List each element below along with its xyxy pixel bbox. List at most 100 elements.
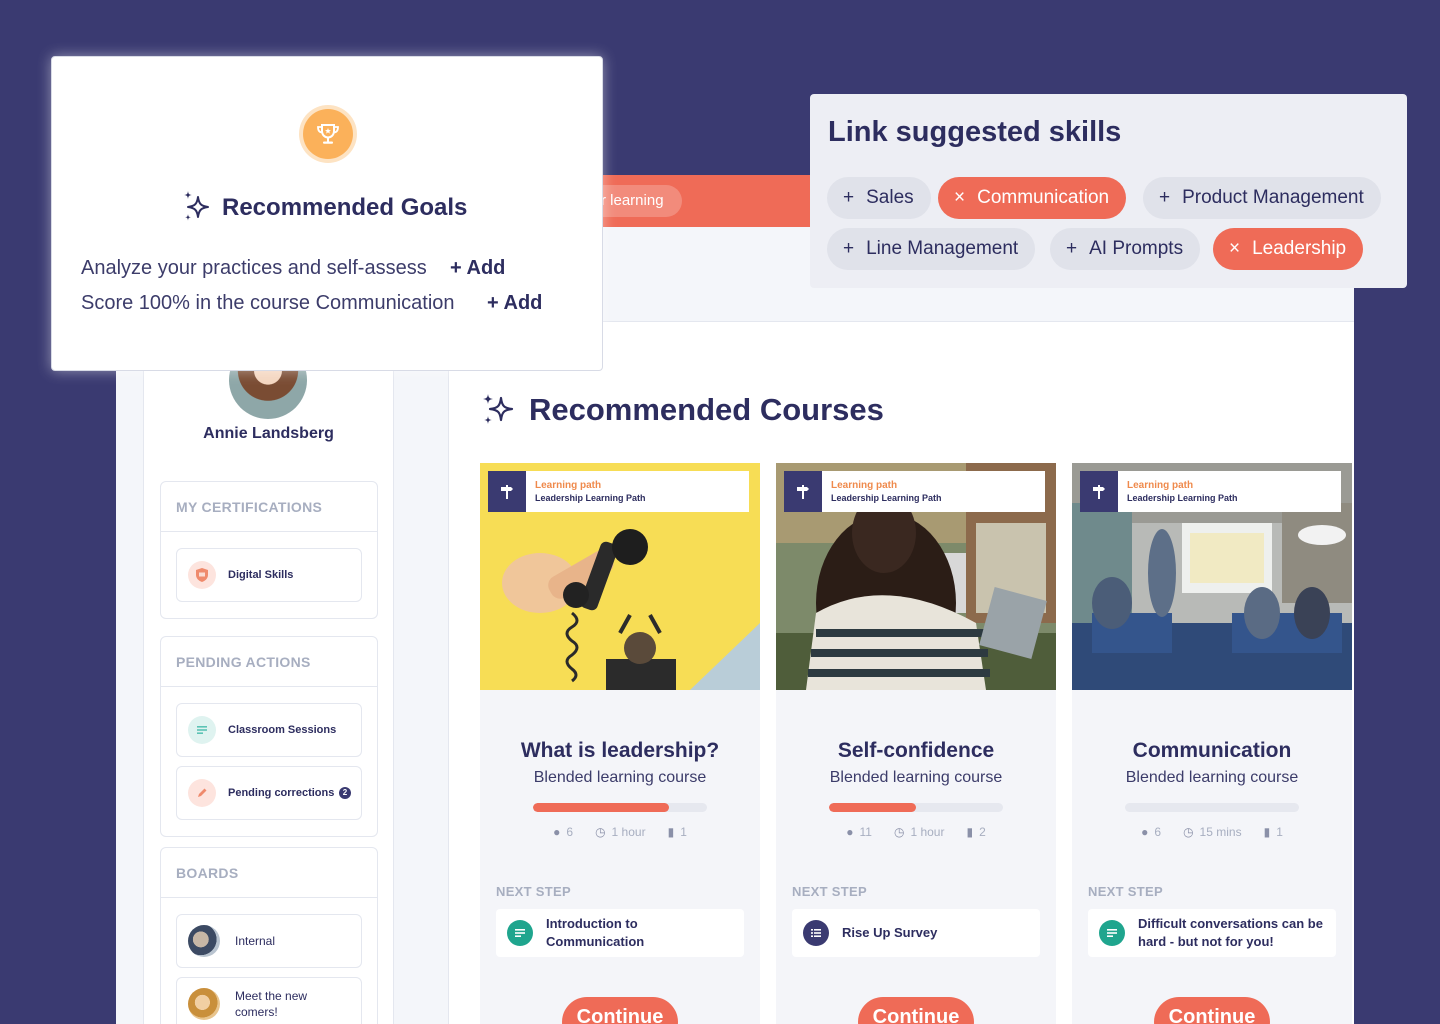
goal-text: Score 100% in the course Communication — [81, 292, 455, 314]
trophy-icon — [303, 109, 353, 159]
signpost-icon — [488, 471, 526, 512]
course-stats: ● 11 ◷ 1 hour ▮ 2 — [776, 825, 1056, 839]
board-item-internal[interactable]: Internal — [176, 914, 362, 968]
document-icon — [507, 920, 533, 946]
next-step-item[interactable]: Rise Up Survey — [792, 909, 1040, 957]
course-stats: ● 6 ◷ 1 hour ▮ 1 — [480, 825, 760, 839]
tag-name: Leadership Learning Path — [535, 492, 646, 503]
next-step-label: NEXT STEP — [496, 884, 571, 899]
skill-label: Product Management — [1182, 187, 1364, 208]
certification-item[interactable]: Digital Skills — [176, 548, 362, 602]
skill-label: Sales — [866, 187, 914, 208]
board-label: Internal — [235, 934, 276, 948]
next-step-item[interactable]: Difficult conversations can be hard - bu… — [1088, 909, 1336, 957]
main-content: Recommended Courses Learning path Leader… — [448, 370, 1354, 1024]
board-avatar — [188, 988, 220, 1020]
document-icon — [1099, 920, 1125, 946]
comment-icon: ▮ — [667, 825, 675, 839]
tag-name: Leadership Learning Path — [1127, 492, 1238, 503]
pending-item-label: Classroom Sessions — [228, 724, 337, 736]
section-title: BOARDS — [161, 848, 377, 898]
goal-text: Analyze your practices and self-assess — [81, 257, 427, 279]
sparkle-icon — [184, 191, 209, 221]
course-card[interactable]: Learning path Leadership Learning Path W… — [480, 463, 760, 1024]
next-step-label: NEXT STEP — [1088, 884, 1163, 899]
link-skills-card: Link suggested skills + Sales × Communic… — [810, 94, 1407, 288]
progress-bar — [1125, 803, 1299, 812]
pending-item-label: Pending corrections — [228, 787, 335, 799]
learning-path-tag: Learning path Leadership Learning Path — [784, 471, 1045, 512]
continue-button[interactable]: Continue — [858, 997, 974, 1024]
count-badge: 2 — [339, 787, 351, 799]
course-title: What is leadership? — [520, 739, 720, 762]
plus-icon: + — [1066, 238, 1078, 259]
sparkle-icon — [483, 394, 514, 424]
skill-chip-line-management[interactable]: + Line Management — [827, 228, 1036, 270]
section-title: PENDING ACTIONS — [161, 637, 377, 687]
clock-icon: ◷ — [1183, 825, 1194, 839]
boards-section: BOARDS Internal Meet the new comers! — [160, 847, 378, 1024]
user-icon: ● — [1141, 825, 1149, 839]
pending-item-classroom[interactable]: Classroom Sessions — [176, 703, 362, 757]
pending-actions-section: PENDING ACTIONS Classroom Sessions Pendi… — [160, 636, 378, 837]
comment-count: 1 — [1276, 825, 1283, 839]
board-label: Meet the new comers! — [235, 989, 308, 1019]
skill-chip-sales[interactable]: + Sales — [827, 177, 931, 219]
course-image: Learning path Leadership Learning Path — [776, 463, 1056, 690]
clock-icon: ◷ — [893, 825, 905, 839]
link-skills-title: Link suggested skills — [828, 116, 1122, 148]
duration: 15 mins — [1199, 825, 1242, 839]
next-step-title: Introduction to Communication — [546, 916, 645, 949]
course-type: Blended learning course — [1125, 769, 1299, 786]
recommended-courses-title: Recommended Courses — [529, 392, 884, 427]
signpost-icon — [784, 471, 822, 512]
course-stats: ● 6 ◷ 15 mins ▮ 1 — [1072, 825, 1352, 839]
tag-kind: Learning path — [535, 479, 602, 491]
skill-chip-product-management[interactable]: + Product Management — [1143, 177, 1381, 219]
board-item-newcomers[interactable]: Meet the new comers! — [176, 977, 362, 1024]
learning-path-tag: Learning path Leadership Learning Path — [488, 471, 749, 512]
learner-count: 6 — [1154, 825, 1162, 839]
checklist-icon — [803, 920, 829, 946]
course-card[interactable]: Learning path Leadership Learning Path C… — [1072, 463, 1352, 1024]
skill-label: Leadership — [1252, 238, 1347, 259]
close-icon: × — [1229, 238, 1241, 259]
skill-label: Line Management — [866, 238, 1019, 259]
add-goal-button[interactable]: + Add — [487, 292, 542, 315]
tag-name: Leadership Learning Path — [831, 492, 942, 503]
tag-kind: Learning path — [1127, 479, 1194, 491]
recommended-goals-title: Recommended Goals — [222, 194, 468, 221]
next-step-title: Rise Up Survey — [842, 925, 938, 940]
continue-button[interactable]: Continue — [1154, 997, 1270, 1024]
add-goal-button[interactable]: + Add — [450, 257, 505, 280]
course-type: Blended learning course — [533, 769, 707, 786]
clock-icon: ◷ — [595, 825, 606, 839]
course-type: Blended learning course — [829, 769, 1003, 786]
progress-bar — [829, 803, 1003, 812]
learner-count: 11 — [859, 825, 872, 839]
skill-chip-communication[interactable]: × Communication — [938, 177, 1127, 219]
document-icon — [188, 716, 216, 744]
skill-chip-leadership[interactable]: × Leadership — [1213, 228, 1364, 270]
course-title: Self-confidence — [837, 739, 995, 762]
plus-icon: + — [843, 238, 855, 259]
pending-item-corrections[interactable]: Pending corrections 2 — [176, 766, 362, 820]
signpost-icon — [1080, 471, 1118, 512]
learning-path-tag: Learning path Leadership Learning Path — [1080, 471, 1341, 512]
section-title: MY CERTIFICATIONS — [161, 482, 377, 532]
certificate-shield-icon — [188, 561, 216, 589]
skill-label: AI Prompts — [1089, 238, 1184, 259]
comment-count: 2 — [979, 825, 986, 839]
certification-label: Digital Skills — [228, 569, 294, 581]
course-card[interactable]: Learning path Leadership Learning Path S… — [776, 463, 1056, 1024]
user-icon: ● — [846, 825, 854, 839]
user-name: Annie Landsberg — [203, 425, 334, 442]
course-title: Communication — [1132, 739, 1292, 762]
user-icon: ● — [553, 825, 561, 839]
comment-icon: ▮ — [966, 825, 974, 839]
next-step-item[interactable]: Introduction to Communication — [496, 909, 744, 957]
progress-bar — [533, 803, 707, 812]
skill-chip-ai-prompts[interactable]: + AI Prompts — [1050, 228, 1201, 270]
comment-icon: ▮ — [1263, 825, 1271, 839]
continue-button[interactable]: Continue — [562, 997, 678, 1024]
